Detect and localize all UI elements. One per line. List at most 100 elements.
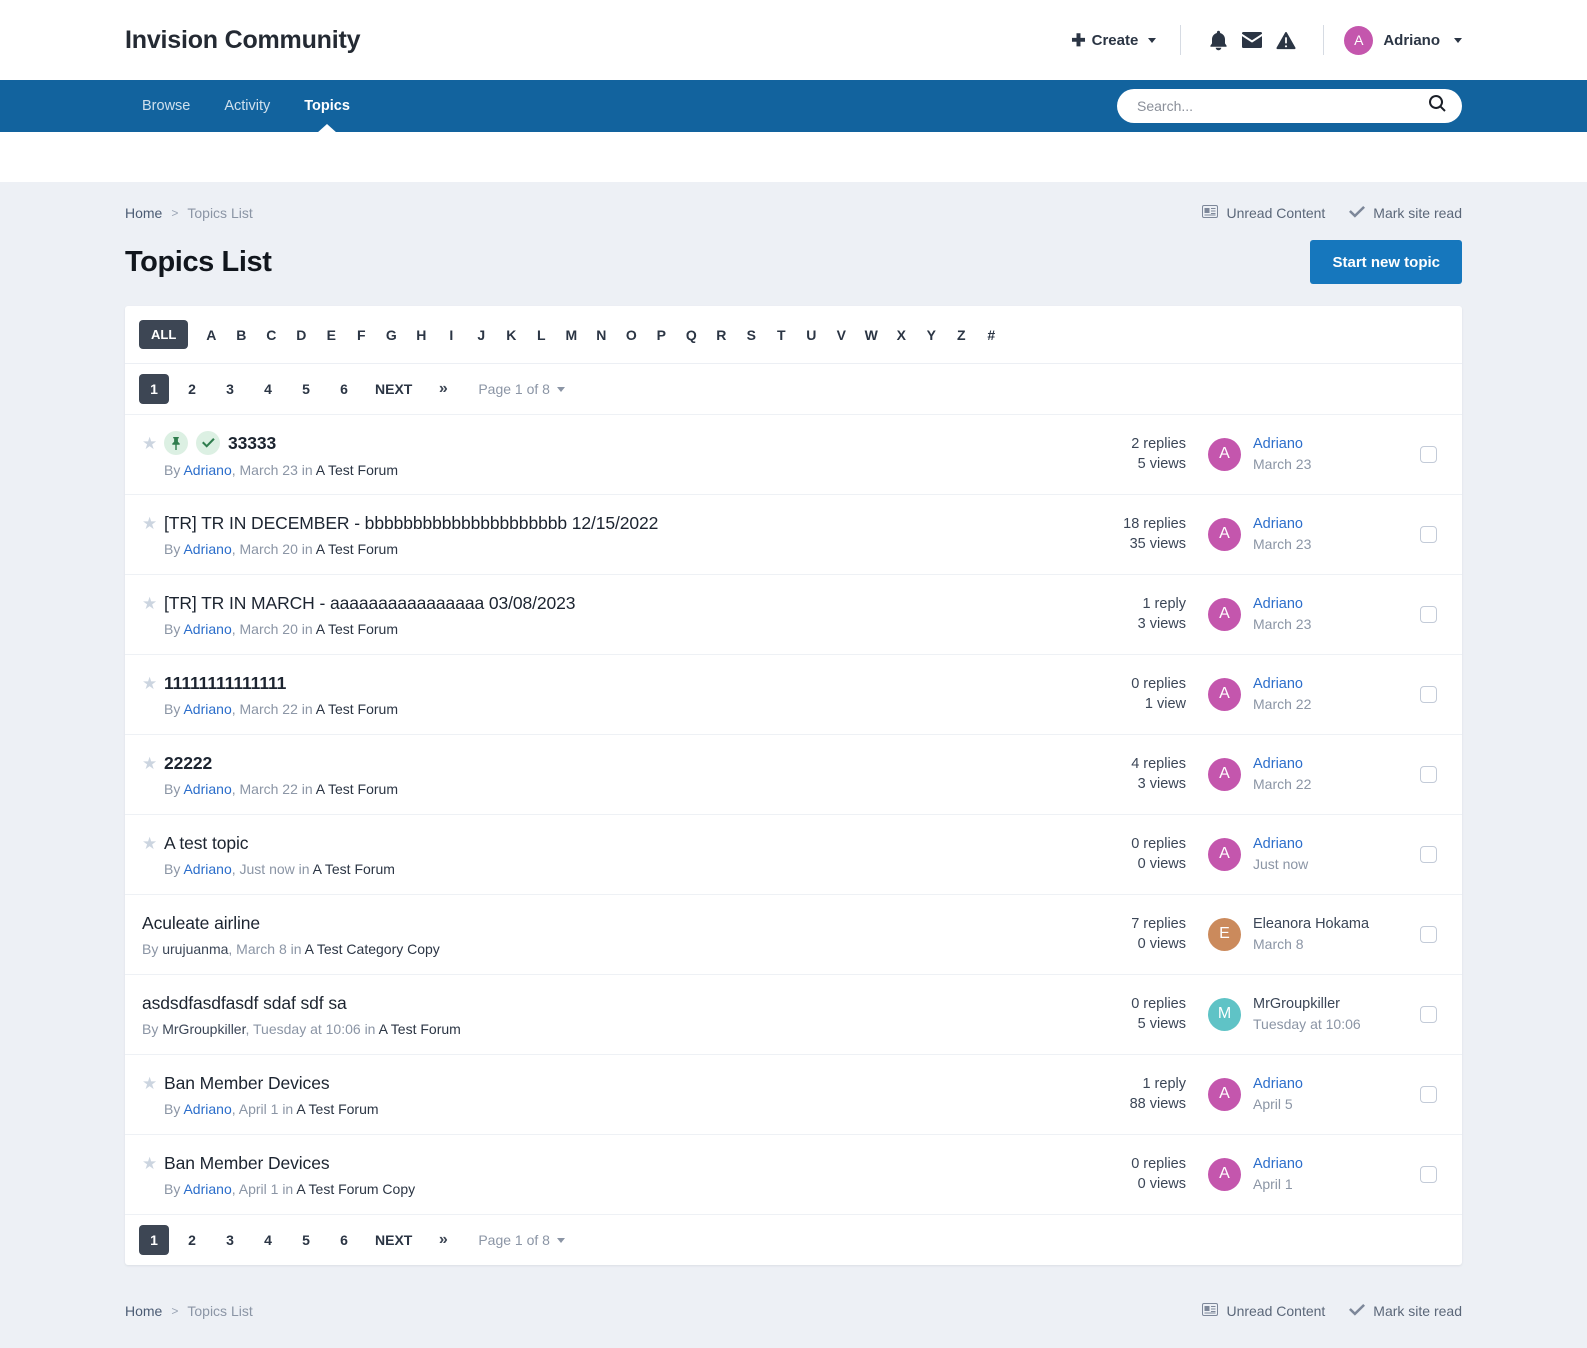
avatar[interactable]: A [1208, 1157, 1241, 1191]
next-page-button-bottom[interactable]: NEXT [367, 1225, 420, 1255]
topic-row[interactable]: ★ [TR] TR IN MARCH - aaaaaaaaaaaaaaaa 03/… [125, 574, 1462, 654]
avatar[interactable]: A [1208, 677, 1241, 711]
topic-author-link[interactable]: Adriano [183, 541, 231, 557]
star-icon[interactable]: ★ [142, 435, 157, 452]
avatar[interactable]: A [1208, 437, 1241, 471]
star-icon[interactable]: ★ [142, 755, 157, 772]
alpha-filter-p[interactable]: P [646, 327, 676, 343]
unread-content-button[interactable]: Unread Content [1202, 205, 1325, 221]
page-6-button-top[interactable]: 6 [329, 374, 359, 404]
alpha-filter-h[interactable]: H [406, 327, 436, 343]
last-poster-name[interactable]: Adriano [1253, 515, 1311, 535]
page-1-button-top[interactable]: 1 [139, 374, 169, 404]
alpha-filter-i[interactable]: I [436, 327, 466, 343]
alpha-filter-e[interactable]: E [316, 327, 346, 343]
topic-title-link[interactable]: Ban Member Devices [164, 1073, 330, 1094]
alpha-filter-l[interactable]: L [526, 327, 556, 343]
topic-forum-link[interactable]: A Test Forum [316, 462, 398, 478]
star-icon[interactable]: ★ [142, 675, 157, 692]
topic-row[interactable]: ★ A test topic By Adriano, Just now in A T… [125, 814, 1462, 894]
alpha-filter-q[interactable]: Q [676, 327, 706, 343]
topic-title-link[interactable]: asdsdfasdfasdf sdaf sdf sa [142, 993, 347, 1014]
topic-author-link[interactable]: Adriano [183, 861, 231, 877]
topic-row[interactable]: ★ 11111111111111 By Adriano, March 22 in A… [125, 654, 1462, 734]
last-poster-name[interactable]: Adriano [1253, 835, 1308, 855]
alpha-filter-m[interactable]: M [556, 327, 586, 343]
alpha-filter-z[interactable]: Z [946, 327, 976, 343]
topic-author-link[interactable]: Adriano [183, 1101, 231, 1117]
topic-select-checkbox[interactable] [1419, 1166, 1437, 1183]
alpha-filter-j[interactable]: J [466, 327, 496, 343]
page-5-button-top[interactable]: 5 [291, 374, 321, 404]
nav-item-browse[interactable]: Browse [125, 80, 207, 132]
footer-unread-content-button[interactable]: Unread Content [1202, 1303, 1325, 1319]
topic-select-checkbox[interactable] [1419, 526, 1437, 543]
alpha-filter-y[interactable]: Y [916, 327, 946, 343]
avatar[interactable]: A [1208, 1077, 1241, 1111]
page-info-dropdown-bottom[interactable]: Page 1 of 8 [478, 1232, 565, 1248]
search-box[interactable] [1117, 89, 1462, 123]
topic-row[interactable]: ★ 33333 By Adriano, March 23 in A Test For… [125, 414, 1462, 494]
topic-row[interactable]: ★ 22222 By Adriano, March 22 in A Test For… [125, 734, 1462, 814]
alpha-filter-c[interactable]: C [256, 327, 286, 343]
last-poster-name[interactable]: Adriano [1253, 675, 1311, 695]
topic-select-checkbox[interactable] [1419, 1006, 1437, 1023]
topic-select-checkbox[interactable] [1419, 926, 1437, 943]
topic-select-checkbox[interactable] [1419, 1086, 1437, 1103]
topic-author-link[interactable]: Adriano [183, 701, 231, 717]
page-3-button-top[interactable]: 3 [215, 374, 245, 404]
avatar[interactable]: A [1208, 517, 1241, 551]
alpha-filter-x[interactable]: X [886, 327, 916, 343]
footer-mark-site-read-button[interactable]: Mark site read [1349, 1303, 1462, 1319]
page-2-button-top[interactable]: 2 [177, 374, 207, 404]
next-page-button-top[interactable]: NEXT [367, 374, 420, 404]
alpha-filter-u[interactable]: U [796, 327, 826, 343]
topic-author-link[interactable]: Adriano [183, 781, 231, 797]
alpha-filter-all[interactable]: ALL [139, 320, 189, 349]
topic-forum-link[interactable]: A Test Forum [316, 781, 398, 797]
page-3-button-bottom[interactable]: 3 [215, 1225, 245, 1255]
alpha-filter-a[interactable]: A [196, 327, 226, 343]
nav-item-topics[interactable]: Topics [287, 80, 367, 133]
breadcrumb-home[interactable]: Home [125, 205, 162, 221]
warning-icon[interactable] [1269, 23, 1303, 57]
last-poster-name[interactable]: Adriano [1253, 435, 1311, 455]
topic-title-link[interactable]: 11111111111111 [164, 673, 286, 694]
alpha-filter-s[interactable]: S [736, 327, 766, 343]
envelope-icon[interactable] [1235, 23, 1269, 57]
star-icon[interactable]: ★ [142, 515, 157, 532]
bell-icon[interactable] [1201, 23, 1235, 57]
avatar[interactable]: M [1208, 997, 1241, 1031]
topic-author-link[interactable]: Adriano [183, 462, 231, 478]
footer-breadcrumb-home[interactable]: Home [125, 1303, 162, 1319]
topic-select-checkbox[interactable] [1419, 686, 1437, 703]
alpha-filter-o[interactable]: O [616, 327, 646, 343]
search-input[interactable] [1135, 97, 1429, 115]
avatar[interactable]: A [1208, 757, 1241, 791]
alpha-filter-n[interactable]: N [586, 327, 616, 343]
page-1-button-bottom[interactable]: 1 [139, 1225, 169, 1255]
alpha-filter-w[interactable]: W [856, 327, 886, 343]
topic-author-link[interactable]: urujuanma [162, 941, 228, 957]
star-icon[interactable]: ★ [142, 1155, 157, 1172]
alpha-filter-f[interactable]: F [346, 327, 376, 343]
topic-title-link[interactable]: 33333 [228, 433, 276, 454]
last-poster-name[interactable]: Adriano [1253, 595, 1311, 615]
topic-select-checkbox[interactable] [1419, 446, 1437, 463]
topic-forum-link[interactable]: A Test Forum [316, 541, 398, 557]
topic-select-checkbox[interactable] [1419, 606, 1437, 623]
topic-title-link[interactable]: Ban Member Devices [164, 1153, 330, 1174]
star-icon[interactable]: ★ [142, 835, 157, 852]
last-page-button-top[interactable]: » [428, 374, 458, 404]
topic-title-link[interactable]: A test topic [164, 833, 249, 854]
topic-row[interactable]: Aculeate airline By urujuanma, March 8 in… [125, 894, 1462, 974]
topic-row[interactable]: ★ Ban Member Devices By Adriano, April 1 i… [125, 1134, 1462, 1214]
topic-forum-link[interactable]: A Test Category Copy [305, 941, 440, 957]
last-page-button-bottom[interactable]: » [428, 1225, 458, 1255]
topic-forum-link[interactable]: A Test Forum [316, 701, 398, 717]
topic-forum-link[interactable]: A Test Forum [313, 861, 395, 877]
topic-select-checkbox[interactable] [1419, 766, 1437, 783]
alpha-filter-b[interactable]: B [226, 327, 256, 343]
alpha-filter-hash[interactable]: # [976, 327, 1006, 343]
topic-author-link[interactable]: MrGroupkiller [162, 1021, 245, 1037]
